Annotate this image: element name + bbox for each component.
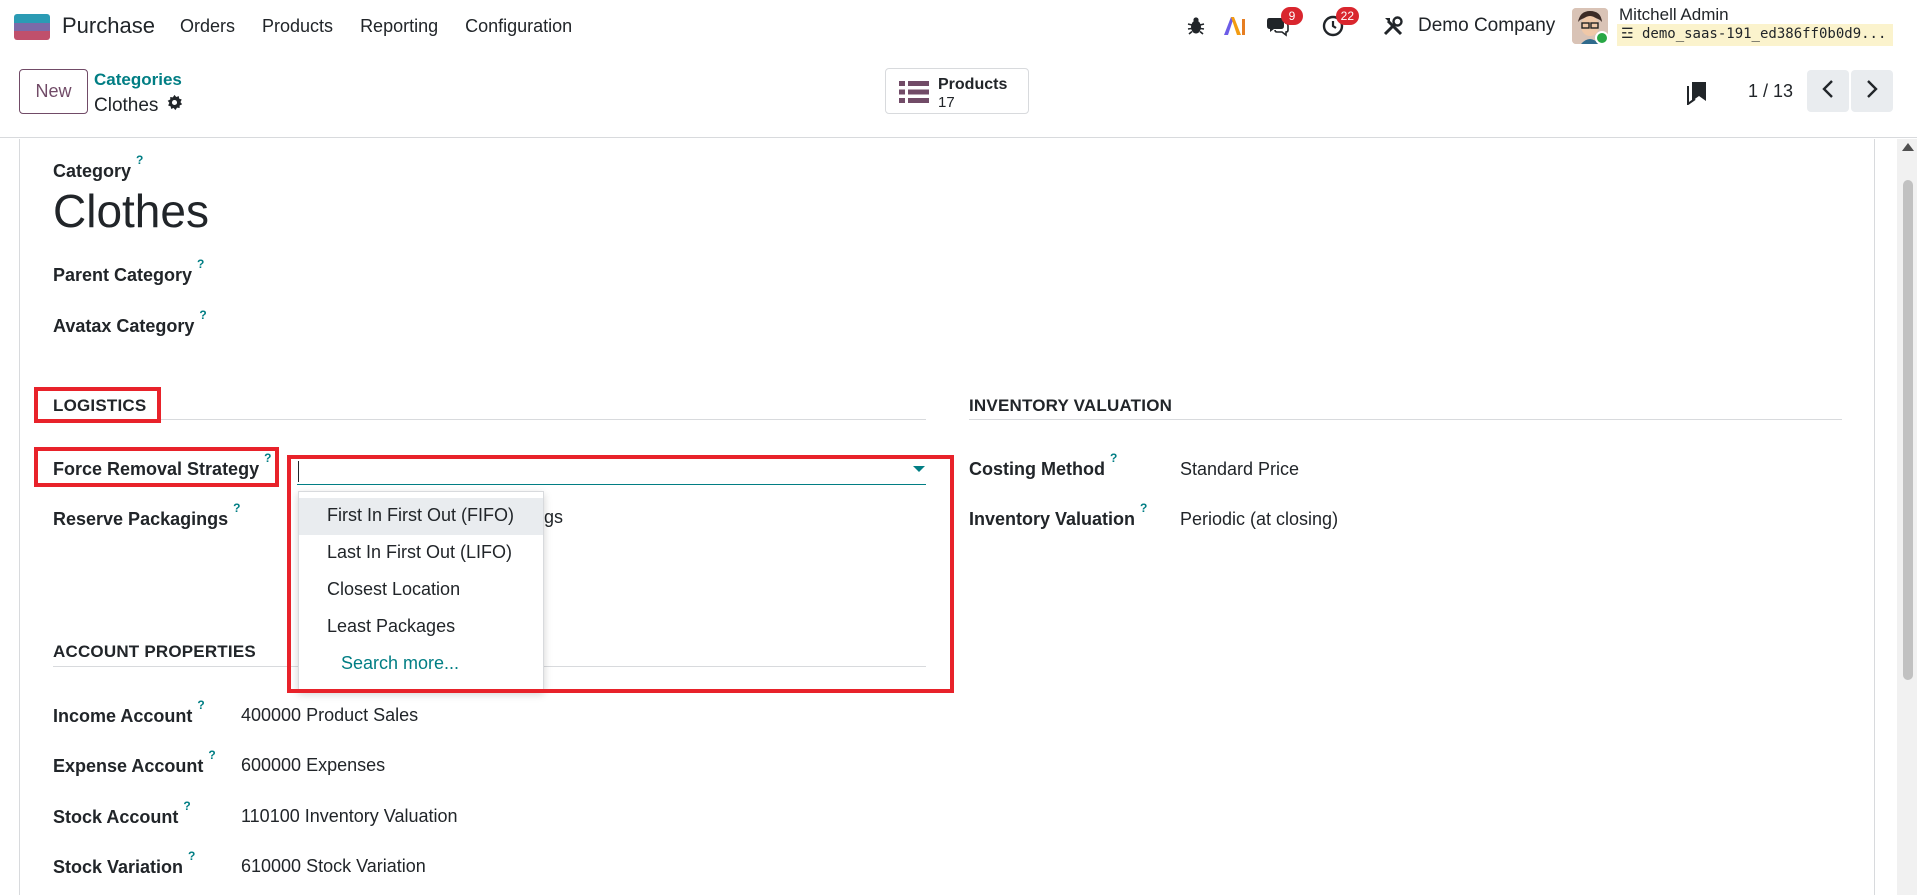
scroll-up-arrow-icon[interactable] (1902, 143, 1914, 151)
menu-products[interactable]: Products (262, 16, 333, 37)
scrollbar-thumb[interactable] (1903, 180, 1913, 680)
pager-previous-button[interactable] (1807, 70, 1849, 112)
activities-badge: 22 (1335, 7, 1359, 25)
pager-value[interactable]: 1 / 13 (1748, 81, 1793, 102)
category-label: Category? (53, 153, 144, 181)
messages-icon[interactable]: 9 (1263, 7, 1303, 42)
help-tooltip-icon: ? (197, 257, 205, 271)
messages-badge: 9 (1281, 7, 1303, 25)
chevron-right-icon (1866, 79, 1878, 103)
expense-account-label: Expense Account? (53, 748, 216, 776)
purchase-app-icon[interactable] (14, 14, 50, 40)
smart-button-label: Products (938, 76, 1008, 93)
products-smart-button[interactable]: Products 17 (885, 68, 1029, 114)
help-tooltip-icon: ? (197, 698, 205, 712)
stock-variation-label: Stock Variation? (53, 849, 196, 877)
highlight-force-removal-field (287, 455, 954, 693)
database-name: ☲ demo_saas-191_ed386ff0b0d9... (1617, 24, 1893, 46)
help-tooltip-icon: ? (136, 153, 144, 167)
pager-next-button[interactable] (1851, 70, 1893, 112)
database-name-text: demo_saas-191_ed386ff0b0d9... (1641, 26, 1887, 42)
costing-method-label: Costing Method? (969, 451, 1118, 479)
stock-account-label: Stock Account? (53, 799, 191, 827)
inventory-valuation-section-title: INVENTORY VALUATION (969, 396, 1173, 415)
company-switcher[interactable]: Demo Company (1418, 15, 1555, 37)
list-icon (899, 81, 929, 108)
breadcrumb-categories[interactable]: Categories (94, 70, 182, 90)
highlight-force-removal-label (34, 447, 279, 487)
menu-configuration[interactable]: Configuration (465, 16, 572, 37)
income-account-field[interactable]: 400000 Product Sales (241, 705, 418, 726)
costing-method-field[interactable]: Standard Price (1180, 459, 1299, 480)
inventory-valuation-label: Inventory Valuation? (969, 501, 1148, 529)
help-tooltip-icon: ? (188, 849, 196, 863)
help-tooltip-icon: ? (183, 799, 191, 813)
help-tooltip-icon: ? (233, 501, 241, 515)
help-tooltip-icon: ? (208, 748, 216, 762)
database-icon: ☲ (1621, 26, 1642, 42)
income-account-label: Income Account? (53, 698, 205, 726)
bookmark-icon[interactable] (1686, 81, 1708, 110)
breadcrumb-current: Clothes (94, 94, 183, 117)
menu-reporting[interactable]: Reporting (360, 16, 438, 37)
breadcrumb-current-label: Clothes (94, 94, 159, 116)
control-panel: New Categories Clothes Products 17 1 / 1… (0, 53, 1917, 138)
logistics-separator (53, 419, 926, 420)
expense-account-field[interactable]: 600000 Expenses (241, 755, 385, 776)
new-button[interactable]: New (19, 69, 88, 114)
menu-orders[interactable]: Orders (180, 16, 235, 37)
category-name-field[interactable]: Clothes (53, 184, 209, 238)
inventory-valuation-separator (969, 419, 1842, 420)
stock-variation-field[interactable]: 610000 Stock Variation (241, 856, 426, 877)
gear-icon[interactable] (166, 94, 183, 117)
online-status-dot (1595, 31, 1609, 45)
highlight-logistics (34, 387, 161, 423)
avatax-category-label: Avatax Category? (53, 308, 207, 336)
activities-clock-icon[interactable]: 22 (1319, 7, 1359, 42)
parent-category-label: Parent Category? (53, 257, 205, 285)
account-properties-section-title: ACCOUNT PROPERTIES (53, 642, 256, 661)
help-tooltip-icon: ? (1109, 451, 1118, 465)
top-navbar: Purchase Orders Products Reporting Confi… (0, 0, 1917, 53)
reserve-packagings-label: Reserve Packagings? (53, 501, 241, 529)
settings-tools-icon[interactable] (1380, 10, 1406, 42)
help-tooltip-icon: ? (1140, 501, 1148, 515)
main-menu: Orders Products Reporting Configuration (180, 16, 599, 37)
user-name[interactable]: Mitchell Admin (1619, 5, 1729, 25)
inventory-valuation-field[interactable]: Periodic (at closing) (1180, 509, 1338, 530)
app-name[interactable]: Purchase (62, 13, 155, 39)
chevron-left-icon (1822, 79, 1834, 103)
stock-account-field[interactable]: 110100 Inventory Valuation (241, 806, 458, 827)
help-tooltip-icon: ? (199, 308, 207, 322)
smart-button-count: 17 (938, 94, 955, 111)
debug-bug-icon[interactable] (1183, 10, 1209, 42)
ai-assistant-icon[interactable] (1220, 10, 1248, 42)
